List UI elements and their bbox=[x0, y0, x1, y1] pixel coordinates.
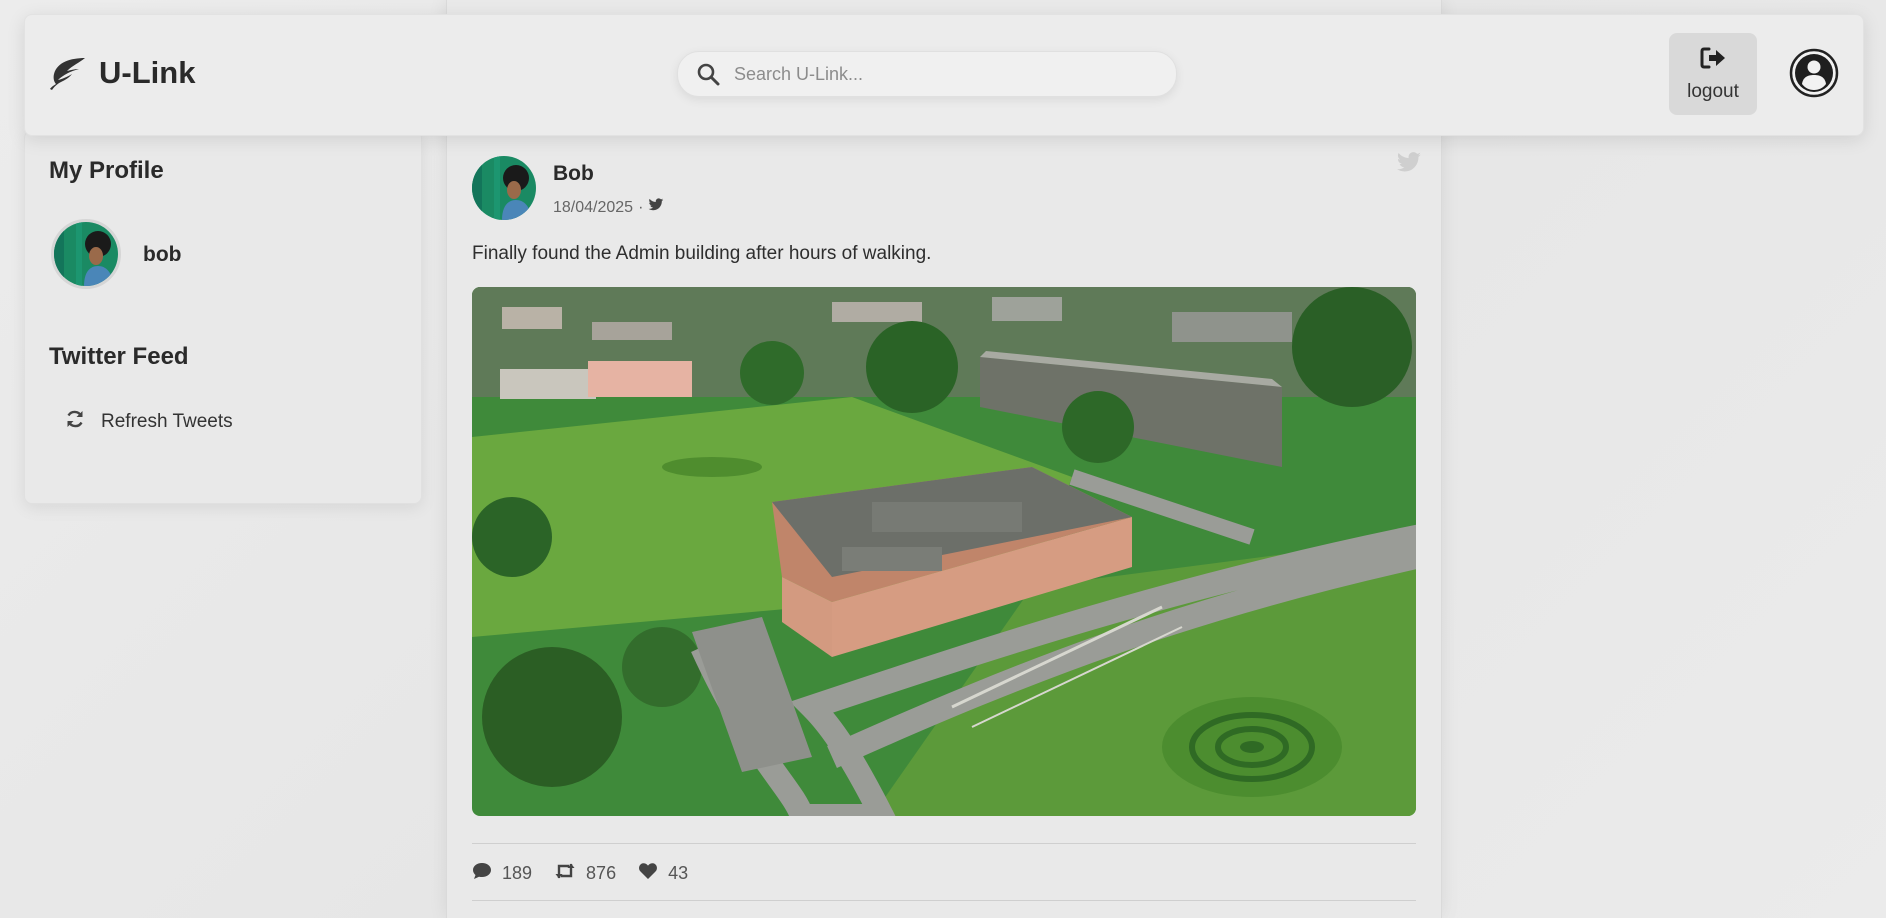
refresh-tweets-button[interactable]: Refresh Tweets bbox=[65, 409, 233, 434]
comment-stat[interactable]: 189 bbox=[472, 862, 532, 885]
logout-button[interactable]: logout bbox=[1669, 33, 1757, 115]
account-button[interactable] bbox=[1789, 48, 1839, 98]
heart-icon bbox=[638, 862, 658, 885]
sign-out-icon bbox=[1699, 46, 1727, 75]
leaf-icon bbox=[49, 56, 87, 90]
post-date: 18/04/2025 bbox=[553, 198, 634, 216]
post-author-avatar[interactable] bbox=[472, 156, 536, 220]
search-input[interactable] bbox=[732, 62, 1156, 86]
refresh-icon bbox=[65, 409, 85, 434]
refresh-tweets-label: Refresh Tweets bbox=[101, 410, 233, 432]
retweet-stat[interactable]: 876 bbox=[554, 862, 616, 885]
post-text: Finally found the Admin building after h… bbox=[472, 243, 932, 264]
retweet-icon bbox=[554, 862, 576, 885]
profile-sidebar: My Profile bob Twitter Feed Refresh Twee… bbox=[24, 130, 422, 504]
search-icon bbox=[696, 62, 720, 86]
search-bar[interactable] bbox=[677, 51, 1177, 97]
comment-icon bbox=[472, 862, 492, 885]
stats-bottom-divider bbox=[472, 900, 1416, 901]
app-title: U-Link bbox=[99, 55, 196, 90]
like-count: 43 bbox=[668, 863, 689, 883]
twitter-source-icon bbox=[1396, 152, 1422, 179]
twitter-icon bbox=[648, 198, 664, 217]
post-stats: 189 876 43 bbox=[472, 862, 688, 885]
comment-count: 189 bbox=[502, 863, 533, 883]
profile-avatar[interactable] bbox=[51, 219, 121, 289]
my-profile-heading: My Profile bbox=[49, 157, 164, 184]
top-navbar: U-Link logout bbox=[24, 14, 1864, 136]
post-image[interactable] bbox=[472, 287, 1416, 816]
post-meta: 18/04/2025 · bbox=[553, 198, 664, 217]
stats-top-divider bbox=[472, 843, 1416, 844]
user-circle-icon bbox=[1789, 48, 1839, 102]
retweet-count: 876 bbox=[586, 863, 617, 883]
twitter-feed-heading: Twitter Feed bbox=[49, 343, 189, 370]
meta-separator: · bbox=[638, 198, 644, 216]
logout-label: logout bbox=[1687, 80, 1739, 102]
profile-username: bob bbox=[143, 243, 182, 266]
logo[interactable]: U-Link bbox=[49, 55, 195, 91]
post-author-name[interactable]: Bob bbox=[553, 162, 594, 186]
like-stat[interactable]: 43 bbox=[638, 862, 688, 885]
